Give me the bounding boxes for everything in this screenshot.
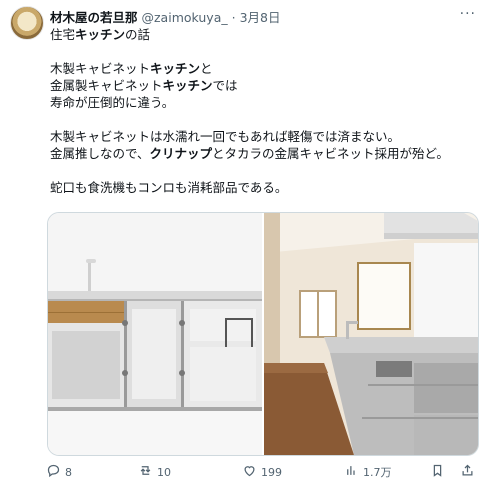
tweet-line: 寿命が圧倒的に違う。 [50, 94, 480, 111]
bookmark-button[interactable] [430, 462, 445, 482]
like-count: 199 [261, 465, 282, 479]
tweet-media[interactable] [47, 212, 479, 456]
tweet-actions: 8 10 199 1.7万 [46, 462, 476, 482]
tweet-line: 住宅キッチンの話 [50, 26, 480, 43]
tweet-text-segment: 金属推しなので、 [50, 146, 150, 161]
retweet-icon [138, 463, 153, 481]
tweet-text-segment: 寿命が圧倒的に違う。 [50, 95, 175, 110]
kitchen-cabinet-image[interactable] [48, 213, 262, 455]
view-count: 1.7万 [363, 466, 392, 479]
tweet-date[interactable]: 3月8日 [240, 10, 281, 25]
tweet-text-segment: とタカラの金属キャビネット採用が殆ど。 [212, 146, 449, 161]
separator-dot: · [231, 10, 236, 25]
tweet-text-segment: 木製キャビネット [50, 61, 151, 76]
more-options-icon[interactable]: ··· [460, 6, 476, 22]
tweet-header: 材木屋の若旦那 @zaimokuya_ · 3月8日 [50, 7, 450, 25]
tweet-text-segment: 金属製キャビネット [50, 78, 163, 93]
author-name[interactable]: 材木屋の若旦那 [50, 10, 138, 25]
heart-icon [242, 463, 257, 481]
tweet-text: 住宅キッチンの話 木製キャビネットキッチンと 金属製キャビネットキッチンでは 寿命が圧… [50, 26, 480, 196]
avatar[interactable] [10, 6, 44, 40]
reply-icon [46, 463, 61, 481]
retweet-count: 10 [157, 465, 171, 479]
tweet-line: 金属推しなので、クリナップとタカラの金属キャビネット採用が殆ど。 [50, 145, 480, 162]
tweet-line: 木製キャビネットキッチンと [50, 60, 480, 77]
highlighted-keyword[interactable]: クリナップ [150, 146, 213, 161]
tweet-line: 蛇口も食洗機もコンロも消耗部品である。 [50, 179, 480, 196]
analytics-icon [344, 463, 359, 481]
reply-button[interactable]: 8 [46, 462, 72, 482]
views-button[interactable]: 1.7万 [344, 462, 392, 482]
tweet-text-segment: の話 [125, 27, 151, 42]
tweet-text-segment: では [212, 78, 238, 93]
reply-count: 8 [65, 465, 72, 479]
share-button[interactable] [460, 462, 475, 482]
tweet-line: 木製キャビネットは水濡れ一回でもあれば軽傷では済まない。 [50, 128, 480, 145]
tweet-line: 金属製キャビネットキッチンでは [50, 77, 480, 94]
tweet-text-segment: と [200, 61, 213, 76]
tweet-text-segment: 木製キャビネットは水濡れ一回でもあれば軽傷では済まない。 [50, 129, 401, 144]
highlighted-keyword[interactable]: キッチン [150, 61, 200, 76]
tweet-text-segment: 住宅 [50, 27, 76, 42]
retweet-button[interactable]: 10 [138, 462, 171, 482]
author-handle[interactable]: @zaimokuya_ [142, 10, 228, 25]
like-button[interactable]: 199 [242, 462, 282, 482]
bookmark-icon [430, 463, 445, 481]
highlighted-keyword[interactable]: キッチン [163, 78, 213, 93]
kitchen-room-image[interactable] [264, 213, 478, 455]
highlighted-keyword[interactable]: キッチン [75, 27, 125, 42]
tweet-text-segment: 蛇口も食洗機もコンロも消耗部品である。 [50, 180, 288, 195]
share-icon [460, 463, 475, 481]
